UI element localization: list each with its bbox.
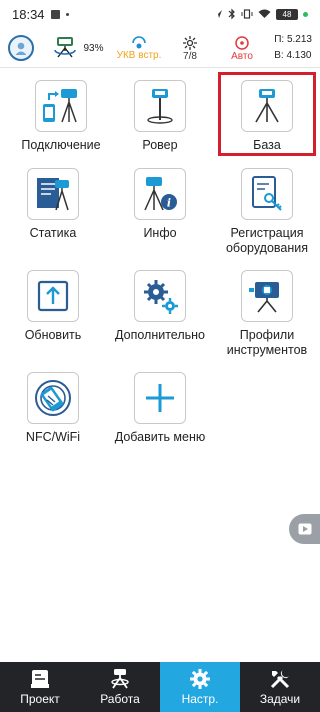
svg-text:i: i — [167, 197, 171, 210]
menu-label: Подключение — [21, 138, 101, 152]
satellite-icon — [183, 35, 197, 50]
registration-tile[interactable] — [241, 168, 293, 220]
menu-label: Обновить — [24, 328, 82, 342]
info-tile[interactable]: i — [134, 168, 186, 220]
total-station-icon — [249, 282, 279, 313]
radio-label: УКВ встр. — [116, 49, 162, 61]
tab-settings[interactable]: Настр. — [160, 662, 240, 712]
plus-icon — [146, 384, 174, 412]
precision-p: П: 5.213 — [274, 34, 312, 45]
menu-label: Статика — [29, 226, 77, 240]
tab-survey-label: Работа — [100, 692, 140, 706]
tab-project-label: Проект — [20, 692, 60, 706]
menu-label: Инфо — [143, 226, 177, 240]
floating-panel-handle[interactable] — [289, 514, 320, 544]
static-icon — [37, 178, 69, 211]
wifi-icon — [258, 9, 271, 18]
menu-label: Профили инструментов — [226, 328, 308, 357]
nfc-wifi-tile[interactable] — [27, 372, 79, 424]
menu-item-add-menu[interactable]: Добавить меню — [107, 372, 213, 445]
static-tile[interactable] — [27, 168, 79, 220]
device-header: 93% УКВ встр. 7/8 Авто П: 5.213 В: 4.130 — [0, 28, 320, 68]
nfc-icon — [35, 380, 71, 416]
menu-item-info[interactable]: i Инфо — [107, 168, 213, 241]
precision-readout: П: 5.213 В: 4.130 — [274, 32, 312, 64]
receiver-battery-percent: 93% — [83, 42, 104, 54]
upload-icon — [37, 280, 69, 312]
selection-highlight — [218, 72, 316, 156]
menu-item-update[interactable]: Обновить — [0, 270, 106, 343]
solution-mode-label: Авто — [231, 50, 253, 62]
solution-mode[interactable]: Авто — [222, 28, 262, 68]
menu-item-connection[interactable]: Подключение — [8, 80, 114, 153]
play-icon — [298, 523, 311, 535]
advanced-tile[interactable] — [134, 270, 186, 322]
menu-label: Дополнительно — [115, 328, 205, 342]
precision-v: В: 4.130 — [274, 50, 312, 61]
radio-icon — [132, 35, 146, 48]
gears-icon — [144, 280, 178, 314]
menu-label: Регистрация оборудования — [225, 226, 309, 255]
menu-label: Ровер — [142, 138, 178, 152]
avatar[interactable] — [8, 34, 34, 61]
rover-tile[interactable] — [134, 80, 186, 132]
instrument-profiles-tile[interactable] — [241, 270, 293, 322]
receiver-icon — [54, 37, 77, 58]
tools-icon — [270, 670, 290, 689]
project-icon — [31, 670, 49, 688]
bottom-navigation: Проект Работа Настр. Задачи — [0, 662, 320, 712]
gear-icon — [190, 669, 210, 689]
menu-item-instrument-profiles[interactable]: Профили инструментов — [214, 270, 320, 358]
survey-icon — [111, 669, 129, 689]
app-screen: { "status_bar": { "time": "18:34", "batt… — [0, 0, 320, 712]
vibrate-icon — [241, 9, 253, 19]
radio-status[interactable]: УКВ встр. — [112, 28, 166, 68]
target-icon — [235, 35, 249, 50]
key-document-icon — [252, 176, 282, 211]
battery-indicator: 48 — [276, 8, 298, 20]
privacy-dot-icon — [303, 11, 308, 17]
menu-label: Добавить меню — [114, 430, 206, 444]
menu-item-registration[interactable]: Регистрация оборудования — [214, 168, 320, 256]
info-icon: i — [144, 177, 177, 211]
tab-survey[interactable]: Работа — [80, 662, 160, 712]
status-icons: 48 — [213, 8, 308, 20]
tab-settings-label: Настр. — [181, 692, 219, 706]
rover-icon — [147, 89, 173, 124]
status-bar: 18:34 48 — [0, 0, 320, 28]
connection-tile[interactable] — [35, 80, 87, 132]
tab-tools[interactable]: Задачи — [240, 662, 320, 712]
tab-project[interactable]: Проект — [0, 662, 80, 712]
satellite-count: 7/8 — [183, 50, 197, 62]
menu-item-static[interactable]: Статика — [0, 168, 106, 241]
menu-item-nfc-wifi[interactable]: NFC/WiFi — [0, 372, 106, 445]
add-menu-tile[interactable] — [134, 372, 186, 424]
status-time: 18:34 — [12, 6, 45, 22]
tab-tools-label: Задачи — [259, 692, 301, 706]
connection-icon — [43, 89, 77, 123]
bluetooth-icon — [228, 8, 235, 20]
menu-item-advanced[interactable]: Дополнительно — [107, 270, 213, 343]
notification-icon — [50, 9, 60, 19]
satellite-status[interactable]: 7/8 — [168, 28, 212, 68]
location-icon — [214, 10, 222, 18]
user-icon — [15, 42, 27, 55]
more-notifications-icon — [65, 12, 69, 16]
receiver-battery[interactable]: 93% — [48, 28, 108, 68]
update-tile[interactable] — [27, 270, 79, 322]
menu-item-rover[interactable]: Ровер — [107, 80, 213, 153]
menu-label: NFC/WiFi — [25, 430, 81, 444]
